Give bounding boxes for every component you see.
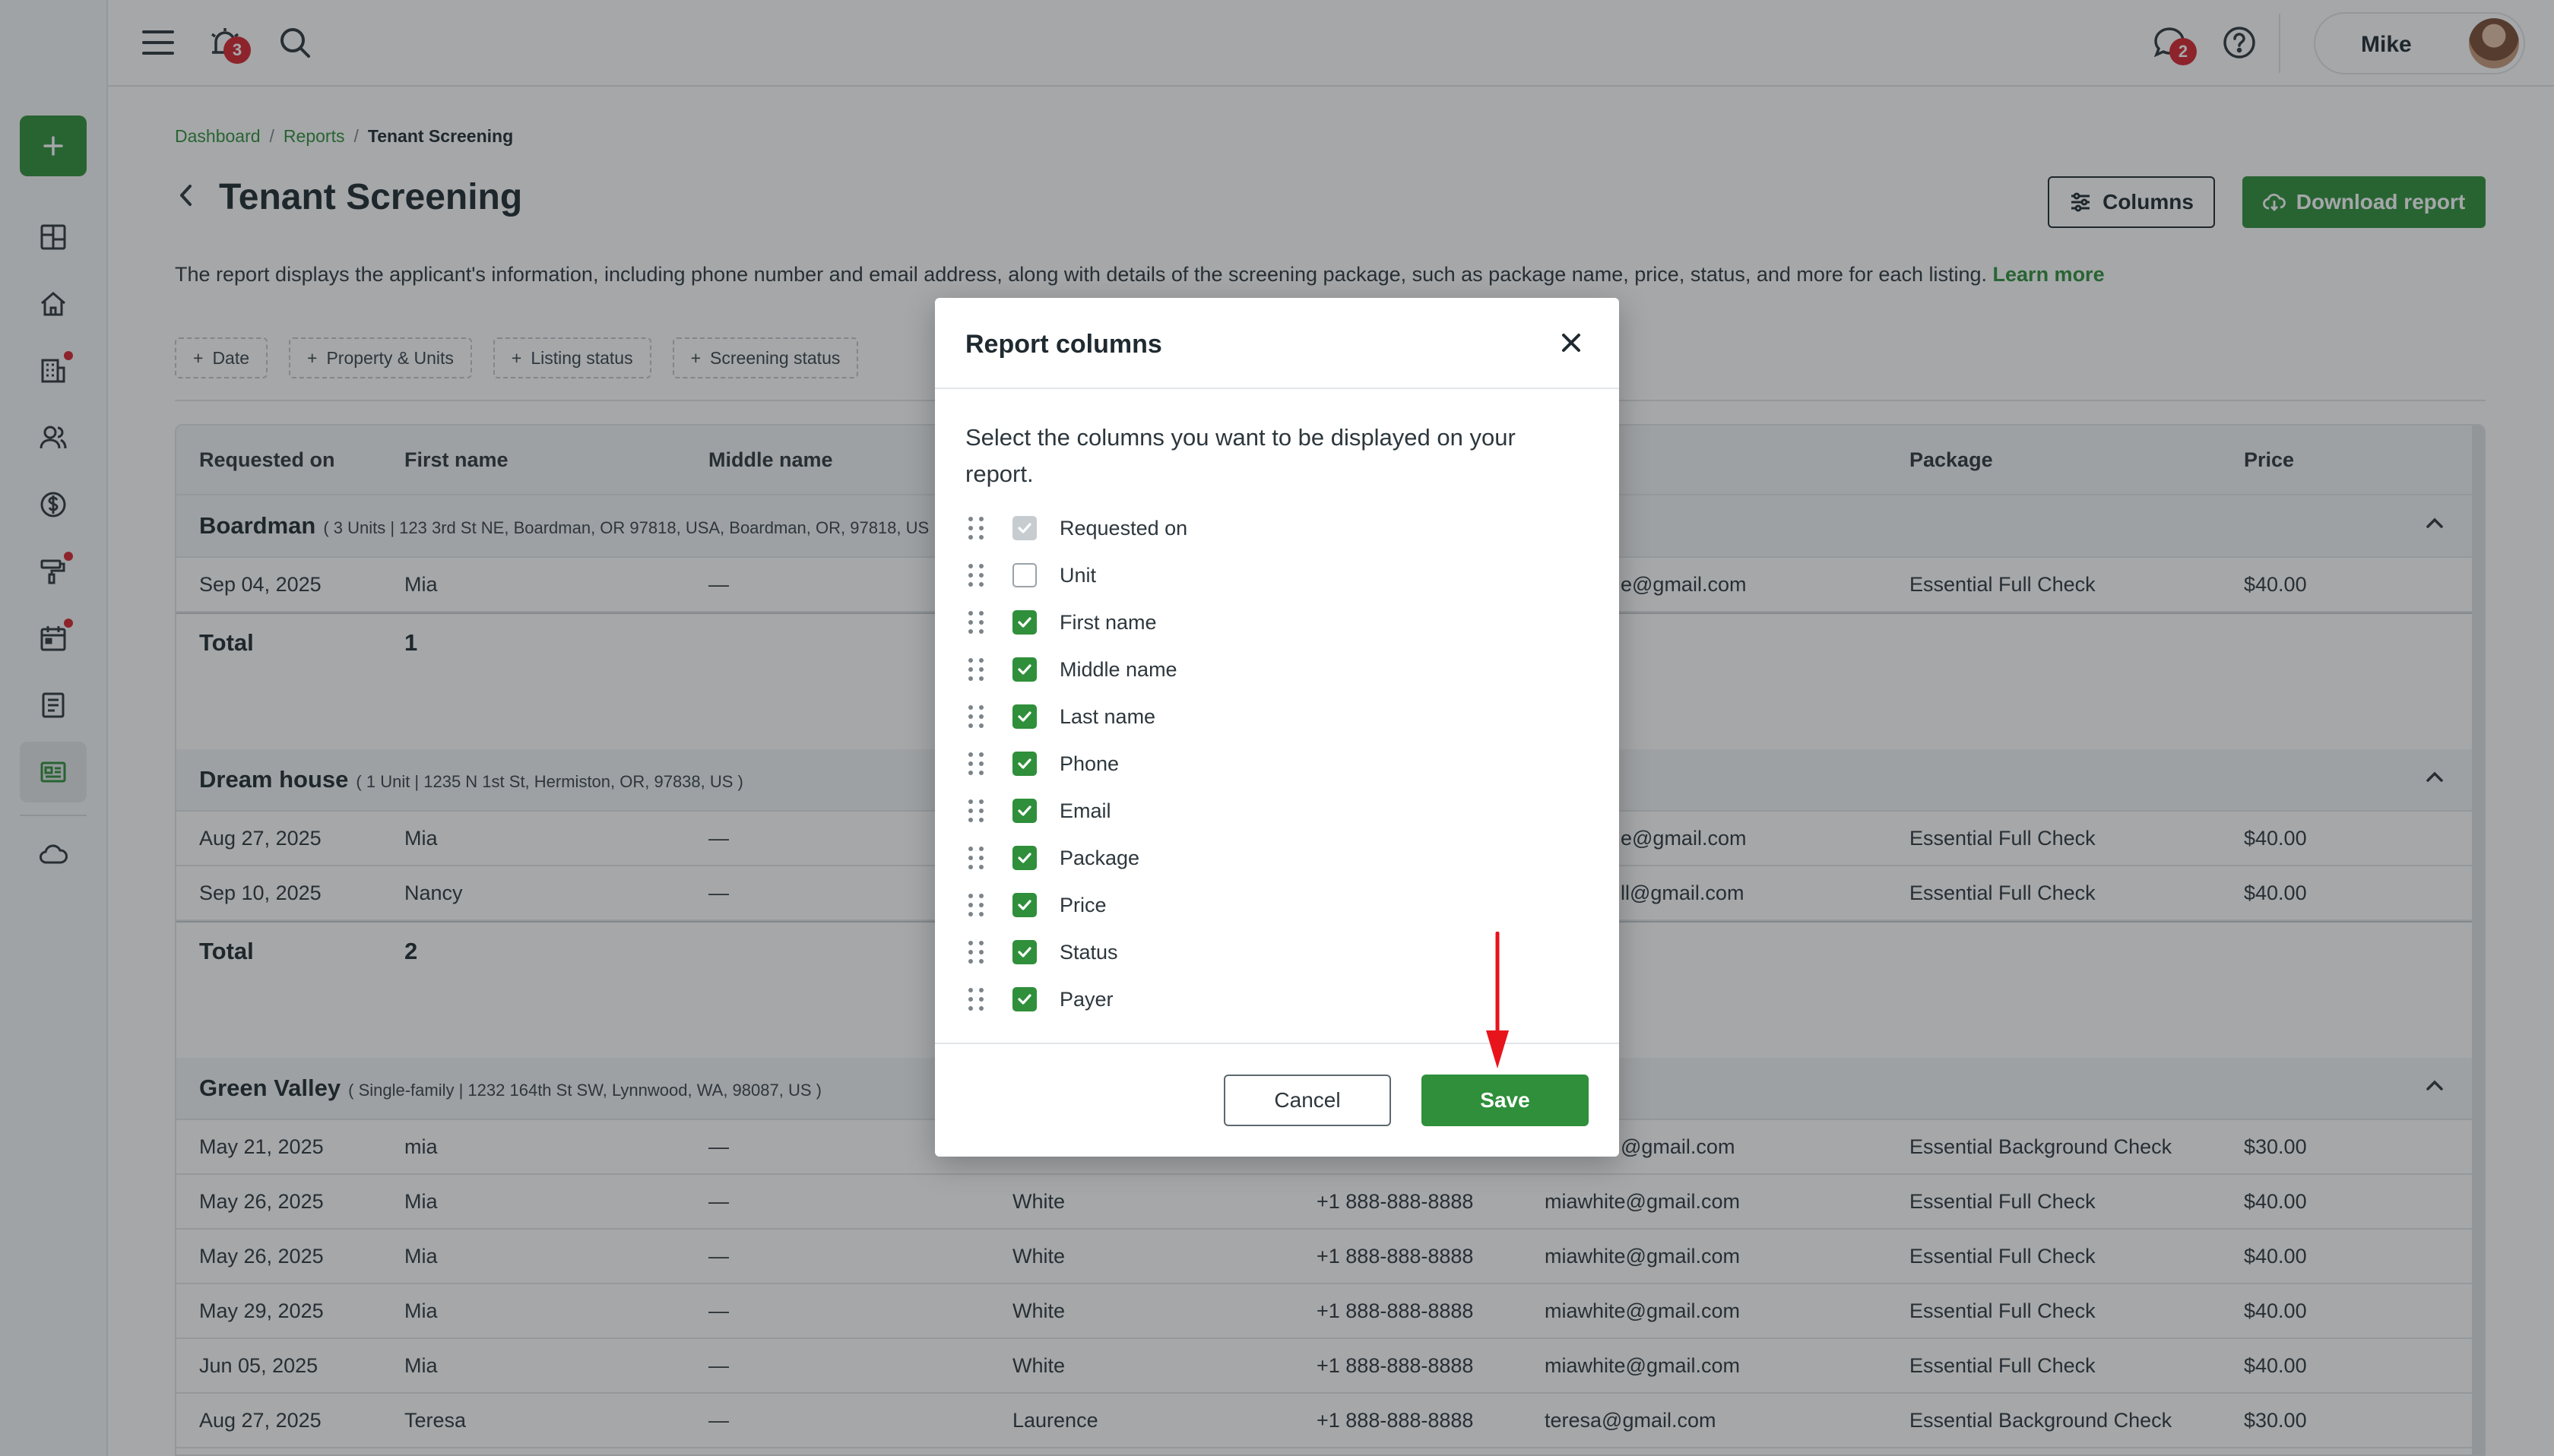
column-option-label: Phone xyxy=(1060,752,1120,775)
drag-handle-icon[interactable] xyxy=(965,564,987,587)
modal-title: Report columns xyxy=(965,330,1162,359)
save-button[interactable]: Save xyxy=(1421,1075,1589,1126)
column-option[interactable]: Email xyxy=(965,787,1589,834)
check-icon xyxy=(1018,900,1031,910)
column-option-label: Requested on xyxy=(1060,516,1188,540)
check-icon xyxy=(1018,853,1031,863)
annotation-arrow-icon xyxy=(1486,932,1509,1068)
drag-handle-icon[interactable] xyxy=(965,894,987,916)
column-option-label: First name xyxy=(1060,610,1157,634)
drag-handle-icon[interactable] xyxy=(965,705,987,728)
column-option[interactable]: Package xyxy=(965,834,1589,882)
close-button[interactable] xyxy=(1554,325,1589,360)
check-icon xyxy=(1018,758,1031,769)
close-icon xyxy=(1562,334,1580,352)
column-checkbox[interactable] xyxy=(1012,563,1037,587)
check-icon xyxy=(1018,806,1031,816)
column-option-label: Last name xyxy=(1060,704,1156,728)
modal-header: Report columns xyxy=(935,298,1619,389)
column-checkbox[interactable] xyxy=(1012,610,1037,635)
column-option[interactable]: Phone xyxy=(965,740,1589,787)
column-option-label: Payer xyxy=(1060,987,1114,1011)
column-checkbox[interactable] xyxy=(1012,752,1037,776)
report-columns-modal: Report columns Select the columns you wa… xyxy=(935,298,1619,1157)
column-option-label: Middle name xyxy=(1060,657,1177,681)
column-checkbox[interactable] xyxy=(1012,657,1037,682)
drag-handle-icon[interactable] xyxy=(965,941,987,964)
drag-handle-icon[interactable] xyxy=(965,517,987,540)
column-checkbox[interactable] xyxy=(1012,987,1037,1011)
column-checkbox[interactable] xyxy=(1012,846,1037,870)
column-checkbox[interactable] xyxy=(1012,704,1037,729)
column-option[interactable]: Requested on xyxy=(965,505,1589,552)
check-icon xyxy=(1018,523,1031,533)
check-icon xyxy=(1018,947,1031,957)
check-icon xyxy=(1018,711,1031,722)
column-checkbox xyxy=(1012,516,1037,540)
column-option[interactable]: Last name xyxy=(965,693,1589,740)
column-option-label: Price xyxy=(1060,893,1107,916)
drag-handle-icon[interactable] xyxy=(965,847,987,869)
column-checkbox[interactable] xyxy=(1012,940,1037,964)
drag-handle-icon[interactable] xyxy=(965,611,987,634)
column-option-label: Package xyxy=(1060,846,1140,869)
drag-handle-icon[interactable] xyxy=(965,658,987,681)
column-option[interactable]: First name xyxy=(965,599,1589,646)
modal-footer: Cancel Save xyxy=(935,1043,1619,1157)
column-option[interactable]: Middle name xyxy=(965,646,1589,693)
check-icon xyxy=(1018,664,1031,675)
drag-handle-icon[interactable] xyxy=(965,988,987,1011)
drag-handle-icon[interactable] xyxy=(965,799,987,822)
column-option-label: Email xyxy=(1060,799,1111,822)
column-option[interactable]: Unit xyxy=(965,552,1589,599)
column-option-label: Status xyxy=(1060,940,1118,964)
check-icon xyxy=(1018,617,1031,628)
column-checkbox[interactable] xyxy=(1012,893,1037,917)
check-icon xyxy=(1018,994,1031,1005)
modal-intro: Select the columns you want to be displa… xyxy=(965,424,1516,487)
column-option[interactable]: Price xyxy=(965,882,1589,929)
column-option-label: Unit xyxy=(1060,563,1097,587)
cancel-button[interactable]: Cancel xyxy=(1224,1075,1391,1126)
column-checkbox[interactable] xyxy=(1012,799,1037,823)
drag-handle-icon[interactable] xyxy=(965,752,987,775)
